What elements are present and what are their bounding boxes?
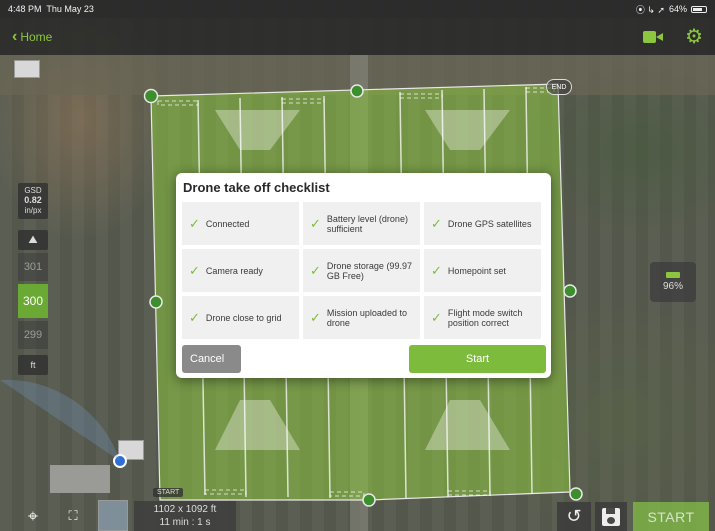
status-time: 4:48 PM xyxy=(8,4,42,14)
checklist-item: ✓ Drone storage (99.97 GB Free) xyxy=(303,249,420,292)
checklist-item-label: Mission uploaded to drone xyxy=(326,307,407,328)
gsd-value: 0.82 xyxy=(24,195,42,206)
drone-battery-percent: 96% xyxy=(662,281,683,292)
checklist-item: ✓ Connected xyxy=(182,202,299,245)
gsd-readout: GSD 0.82 in/px xyxy=(18,183,48,219)
dialog-buttons: Cancel Start xyxy=(182,345,546,373)
home-back-button[interactable]: ‹ Home xyxy=(12,28,52,46)
checklist-item-label: Drone close to grid xyxy=(205,312,282,323)
checklist-item: ✓ Camera ready xyxy=(182,249,299,292)
checkmark-icon: ✓ xyxy=(431,215,442,231)
map-type-thumbnail[interactable] xyxy=(98,500,128,531)
checkmark-icon: ✓ xyxy=(189,262,200,278)
altitude-unit: ft xyxy=(18,355,48,375)
checklist-item: ✓ Mission uploaded to drone xyxy=(303,296,420,339)
checklist-item: ✓ Drone GPS satellites xyxy=(424,202,541,245)
checkmark-icon: ✓ xyxy=(310,262,321,278)
takeoff-checklist-dialog: Drone take off checklist ✓ Connected ✓ Bat… xyxy=(176,173,551,378)
checklist-grid: ✓ Connected ✓ Battery level (drone) suffic… xyxy=(182,202,545,339)
drone-battery-indicator: 96% xyxy=(650,262,696,302)
checkmark-icon: ✓ xyxy=(189,215,200,231)
checklist-item-label: Drone GPS satellites xyxy=(447,218,532,229)
grid-handle[interactable] xyxy=(563,284,577,298)
grid-start-marker: START xyxy=(153,488,184,497)
checklist-item-label: Connected xyxy=(205,218,250,229)
checklist-item: ✓ Homepoint set xyxy=(424,249,541,292)
start-mission-button[interactable]: START xyxy=(633,502,709,531)
dialog-title: Drone take off checklist xyxy=(183,180,330,195)
grid-handle[interactable] xyxy=(362,493,376,507)
gsd-unit: in/px xyxy=(24,205,42,215)
grid-handle[interactable] xyxy=(350,84,364,98)
grid-handle[interactable] xyxy=(569,487,583,501)
checklist-item-label: Drone storage (99.97 GB Free) xyxy=(326,260,412,281)
location-accuracy-cone xyxy=(0,379,120,461)
status-battery-percent: 64% xyxy=(668,4,687,14)
chevron-left-icon: ‹ xyxy=(12,27,18,45)
drone-battery-icon xyxy=(666,272,680,278)
checklist-item-label: Flight mode switch position correct xyxy=(447,307,523,328)
locate-me-icon[interactable]: ⌖ xyxy=(22,505,44,527)
grid-handle[interactable] xyxy=(149,295,163,309)
terrain-follow-icon[interactable]: ⛰ xyxy=(18,230,48,250)
camera-icon[interactable] xyxy=(643,30,664,43)
battery-icon xyxy=(691,5,707,13)
mission-duration: 11 min : 1 s xyxy=(159,517,211,528)
altitude-option-up[interactable]: 301 xyxy=(18,253,48,281)
status-icons: ⦿ ↳ ➚ xyxy=(635,4,665,15)
start-button[interactable]: Start xyxy=(409,345,546,373)
checklist-item-label: Camera ready xyxy=(205,265,263,276)
navigation-bar: ‹ Home ⚙ xyxy=(0,18,715,55)
gear-icon[interactable]: ⚙ xyxy=(685,27,703,47)
checkmark-icon: ✓ xyxy=(310,215,321,231)
fullscreen-icon[interactable]: ⛶ xyxy=(62,505,84,527)
grid-handle[interactable] xyxy=(143,88,159,104)
save-button[interactable] xyxy=(595,502,627,531)
undo-icon[interactable]: ↺ xyxy=(557,502,591,531)
checklist-item-label: Homepoint set xyxy=(447,265,506,276)
grid-dimensions: 1102 x 1092 ft xyxy=(153,504,217,515)
cancel-button[interactable]: Cancel xyxy=(182,345,241,373)
checklist-item: ✓ Battery level (drone) sufficient xyxy=(303,202,420,245)
altitude-picker[interactable]: ⛰ 301 300 299 ft xyxy=(18,230,48,375)
home-back-label: Home xyxy=(20,29,53,44)
checkmark-icon: ✓ xyxy=(310,309,321,325)
checkmark-icon: ✓ xyxy=(189,309,200,325)
grid-end-marker: END xyxy=(546,79,572,95)
checklist-item: ✓ Drone close to grid xyxy=(182,296,299,339)
checklist-item: ✓ Flight mode switch position correct xyxy=(424,296,541,339)
altitude-option-down[interactable]: 299 xyxy=(18,321,48,349)
save-icon xyxy=(602,507,620,526)
mission-summary: 1102 x 1092 ft 11 min : 1 s xyxy=(134,501,236,531)
gsd-label: GSD xyxy=(24,186,42,195)
status-date: Thu May 23 xyxy=(46,4,94,14)
checkmark-icon: ✓ xyxy=(431,309,442,325)
checklist-item-label: Battery level (drone) sufficient xyxy=(326,213,408,234)
status-bar: 4:48 PM Thu May 23 ⦿ ↳ ➚ 64% xyxy=(0,0,715,18)
altitude-current[interactable]: 300 xyxy=(18,284,48,318)
checkmark-icon: ✓ xyxy=(431,262,442,278)
